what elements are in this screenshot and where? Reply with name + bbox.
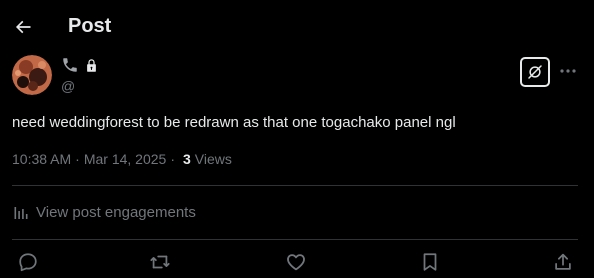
more-options-button[interactable] (557, 61, 579, 81)
post-text: need weddingforest to be redrawn as that… (12, 114, 456, 131)
meta-separator: · (75, 151, 80, 167)
author-handle[interactable]: @ (61, 78, 75, 94)
share-icon (555, 253, 571, 270)
bookmark-icon (423, 253, 437, 271)
post-time[interactable]: 10:38 AM (12, 151, 71, 167)
views-count: 3 (183, 151, 191, 167)
view-engagements-label: View post engagements (36, 203, 196, 221)
top-bar: Post (0, 0, 594, 54)
bookmark-button[interactable] (418, 250, 442, 274)
avatar-image (12, 55, 52, 95)
back-button[interactable] (8, 9, 38, 45)
repost-icon (150, 255, 170, 269)
reply-button[interactable] (16, 250, 40, 274)
more-horizontal-icon (560, 69, 576, 73)
arrow-left-icon (15, 20, 31, 34)
meta-separator: · (170, 151, 175, 167)
author-name[interactable] (61, 56, 99, 74)
view-engagements-link[interactable]: View post engagements (14, 202, 196, 222)
grok-button[interactable] (520, 57, 550, 87)
analytics-icon (14, 207, 28, 219)
post-meta: 10:38 AM · Mar 14, 2025 · 3 Views (12, 150, 232, 168)
avatar[interactable] (12, 55, 52, 95)
heart-icon (287, 254, 305, 271)
repost-button[interactable] (148, 250, 172, 274)
divider (12, 185, 578, 186)
action-bar (0, 250, 594, 274)
share-button[interactable] (551, 250, 575, 274)
post-date[interactable]: Mar 14, 2025 (84, 151, 167, 167)
reply-icon (19, 253, 37, 272)
grok-icon (528, 65, 542, 79)
page-title: Post (68, 15, 112, 37)
phone-icon (63, 58, 77, 72)
lock-icon (87, 58, 96, 72)
divider (12, 239, 578, 240)
post-page: Post @ need weddingforest to be redrawn … (0, 0, 594, 278)
like-button[interactable] (284, 250, 308, 274)
views-label: Views (194, 151, 232, 167)
